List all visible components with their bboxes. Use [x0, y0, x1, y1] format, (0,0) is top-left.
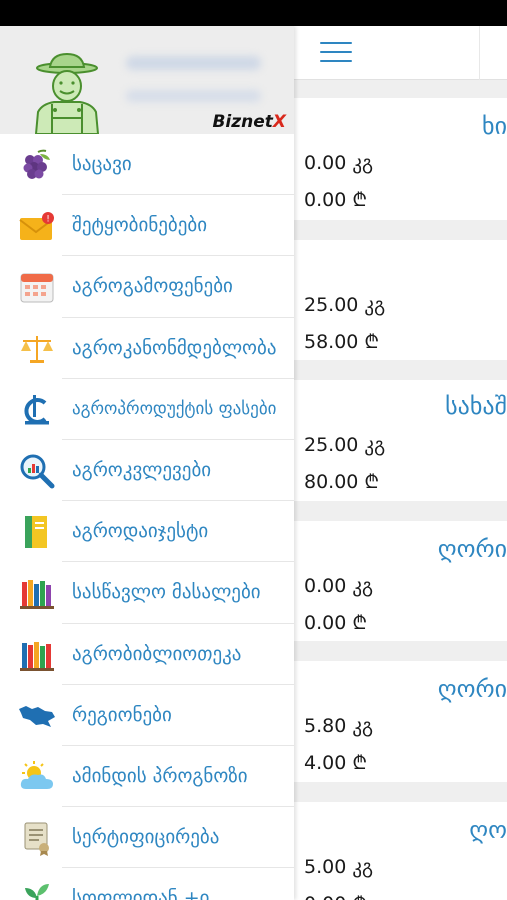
- scales-icon: [18, 331, 56, 367]
- calendar-icon: [18, 269, 56, 305]
- product-card[interactable]: 25.00 კგ 58.00 ₾: [294, 240, 507, 360]
- menu-item-learning-materials[interactable]: სასწავლო მასალები: [0, 562, 294, 624]
- user-email-blurred: [126, 90, 261, 102]
- library-icon: [18, 637, 56, 673]
- bookshelf-icon: [18, 575, 56, 611]
- card-separator: [294, 360, 507, 380]
- main-content: ხი 0.00 კგ 0.00 ₾ 25.00 კგ 58.00 ₾ სახაშ…: [294, 26, 507, 900]
- card-separator: [294, 782, 507, 802]
- product-title: ღორი: [437, 535, 507, 563]
- envelope-notification-icon: !: [18, 208, 56, 244]
- menu-item-label: აგროკანონმდებლობა: [72, 336, 277, 359]
- menu-item-label: ამინდის პროგნოზი: [72, 764, 248, 787]
- drawer-menu: საცავი ! შეტყობინებები აგროგამოფენები აგ…: [0, 134, 294, 900]
- menu-item-library[interactable]: აგრობიბლიოთეკა: [0, 624, 294, 685]
- magnifier-chart-icon: [18, 453, 56, 489]
- menu-item-label: შეტყობინებები: [72, 214, 208, 237]
- product-card[interactable]: ღორი 5.80 კგ 4.00 ₾: [294, 661, 507, 782]
- farmer-avatar-icon: [34, 52, 100, 134]
- status-bar: [0, 0, 507, 26]
- certificate-icon: [18, 820, 56, 857]
- menu-item-exhibitions[interactable]: აგროგამოფენები: [0, 256, 294, 318]
- product-card[interactable]: ღო 5.00 კგ 0.00 ₾: [294, 802, 507, 900]
- menu-item-digest[interactable]: აგროდაიჯესტი: [0, 501, 294, 563]
- menu-item-label: აგროპროდუქტის ფასები: [72, 398, 277, 419]
- menu-item-legislation[interactable]: აგროკანონმდებლობა: [0, 318, 294, 379]
- product-price: 0.00 ₾: [304, 189, 367, 211]
- hamburger-menu-icon[interactable]: [320, 42, 352, 64]
- product-card[interactable]: ღორი 0.00 კგ 0.00 ₾: [294, 521, 507, 641]
- app-bar: [294, 26, 507, 80]
- product-card[interactable]: სახაშ 25.00 კგ 80.00 ₾: [294, 380, 507, 501]
- menu-item-regions[interactable]: რეგიონები: [0, 685, 294, 746]
- sprout-icon: [18, 881, 56, 900]
- product-title: ხი: [482, 112, 507, 140]
- user-name-blurred: [126, 56, 261, 70]
- product-quantity: 0.00 კგ: [304, 575, 374, 597]
- book-icon: [18, 514, 56, 550]
- product-title: სახაშ: [445, 392, 507, 420]
- card-separator: [294, 220, 507, 240]
- product-card[interactable]: ხი 0.00 კგ 0.00 ₾: [294, 98, 507, 220]
- menu-item-prices[interactable]: აგროპროდუქტის ფასები: [0, 379, 294, 440]
- menu-item-certification[interactable]: სერტიფიცირება: [0, 807, 294, 869]
- menu-item-label: სოფლიდან +ი: [72, 887, 210, 900]
- lari-icon: [18, 392, 56, 428]
- menu-item-label: რეგიონები: [72, 703, 172, 726]
- menu-item-research[interactable]: აგროკვლევები: [0, 440, 294, 502]
- product-quantity: 25.00 კგ: [304, 434, 386, 456]
- menu-item-label: სერტიფიცირება: [72, 826, 220, 849]
- app-bar-action[interactable]: [479, 26, 507, 80]
- product-quantity: 0.00 კგ: [304, 152, 374, 174]
- weather-icon: [18, 759, 56, 795]
- menu-item-notifications[interactable]: ! შეტყობინებები: [0, 195, 294, 257]
- map-icon: [18, 698, 56, 734]
- menu-item-label: აგროგამოფენები: [72, 275, 233, 298]
- menu-item-from-village[interactable]: სოფლიდან +ი: [0, 868, 294, 900]
- menu-item-label: აგროკვლევები: [72, 458, 212, 481]
- product-quantity: 25.00 კგ: [304, 294, 386, 316]
- product-price: 80.00 ₾: [304, 471, 380, 493]
- grapes-icon: [18, 147, 56, 183]
- product-price: 58.00 ₾: [304, 331, 380, 353]
- drawer-header: BiznetX: [0, 26, 294, 134]
- product-title: ღორი: [437, 675, 507, 703]
- product-quantity: 5.80 კგ: [304, 715, 374, 737]
- menu-item-label: საცავი: [72, 153, 132, 175]
- card-separator: [294, 501, 507, 521]
- menu-item-storage[interactable]: საცავი: [0, 134, 294, 196]
- product-price: 0.00 ₾: [304, 612, 367, 634]
- menu-item-weather[interactable]: ამინდის პროგნოზი: [0, 746, 294, 808]
- menu-item-label: აგრობიბლიოთეკა: [72, 642, 242, 665]
- product-quantity: 5.00 კგ: [304, 856, 374, 878]
- product-title: ღო: [469, 816, 507, 844]
- product-price: 0.00 ₾: [304, 890, 367, 900]
- navigation-drawer: BiznetX საცავი ! შეტყობინებები აგროგამოფ…: [0, 26, 294, 900]
- brand-logo: BiznetX: [212, 112, 286, 132]
- card-separator: [294, 80, 507, 98]
- product-price: 4.00 ₾: [304, 752, 367, 774]
- card-separator: [294, 641, 507, 661]
- svg-text:!: !: [46, 215, 50, 225]
- menu-item-label: აგროდაიჯესტი: [72, 520, 209, 543]
- menu-item-label: სასწავლო მასალები: [72, 581, 261, 604]
